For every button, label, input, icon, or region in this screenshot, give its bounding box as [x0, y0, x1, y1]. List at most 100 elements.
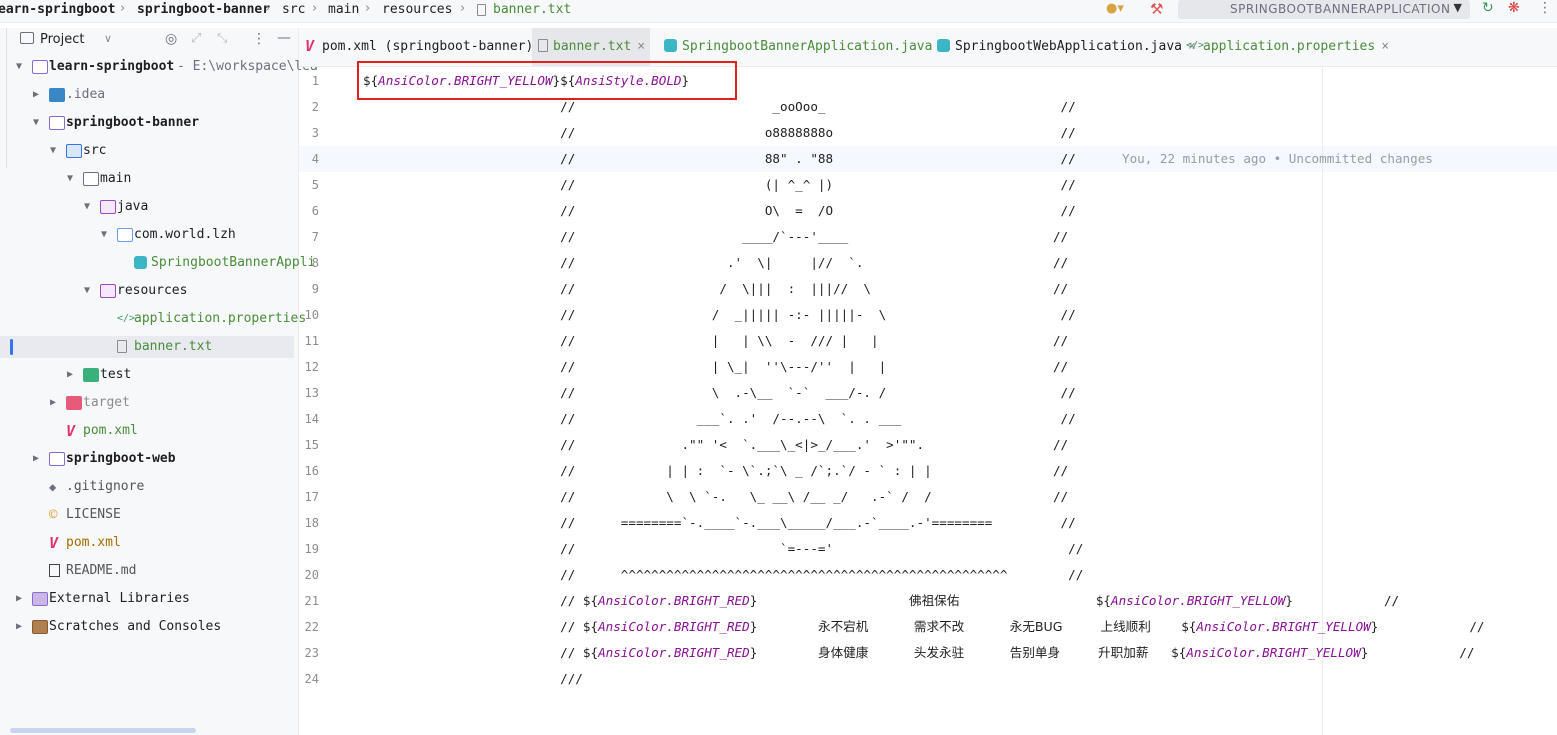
line-number: 9 [311, 282, 319, 296]
tree-item[interactable]: ▶ Scratches and Consoles [0, 615, 296, 639]
breadcrumb-item[interactable]: src [282, 2, 305, 17]
tree-item[interactable]: © LICENSE [0, 503, 296, 527]
code-text: // [1368, 645, 1475, 660]
breadcrumb-item[interactable]: earn-springboot [0, 2, 115, 17]
debug-bug-icon[interactable]: ❋ [1508, 0, 1520, 16]
code-line[interactable]: // | | : `- \`.;`\ _ /`;.`/ - ` : | | // [363, 458, 1068, 484]
tree-item[interactable]: README.md [0, 559, 296, 583]
build-hammer-icon[interactable]: ⚒ [1150, 0, 1163, 18]
tree-item[interactable]: ▶ springboot-web [0, 447, 296, 471]
code-line[interactable]: // ^^^^^^^^^^^^^^^^^^^^^^^^^^^^^^^^^^^^^… [363, 562, 1083, 588]
expand-arrow-icon[interactable]: ▼ [67, 167, 73, 191]
inline-blame-annotation: You, 22 minutes ago • Uncommitted change… [1122, 151, 1433, 166]
breadcrumb-item[interactable]: springboot-banner [137, 2, 270, 17]
code-line[interactable]: // / _||||| -:- |||||- \ // [363, 302, 1076, 328]
line-number: 19 [304, 542, 319, 556]
tree-item[interactable]: </> application.properties [0, 307, 306, 331]
tree-item[interactable]: ▼ com.world.lzh [0, 223, 296, 247]
tree-item[interactable]: ▼ springboot-banner [0, 111, 296, 135]
code-line[interactable]: // ___`. .' /--.--\ `. . ___ // [363, 406, 1076, 432]
code-line[interactable]: // ========`-.____`-.___\_____/___.-`___… [363, 510, 1076, 536]
minimize-icon[interactable]: — [277, 30, 291, 46]
tree-item[interactable]: ▶ target [0, 391, 296, 415]
code-line[interactable]: // .' \| |// `. // [363, 250, 1068, 276]
tree-item-label: application.properties [134, 311, 307, 326]
tree-item[interactable]: ▶ .idea [0, 83, 296, 107]
code-text: // [363, 619, 583, 634]
collapse-arrow-icon[interactable]: ▶ [16, 615, 22, 639]
code-line[interactable]: // `=---=' // [363, 536, 1083, 562]
line-number: 22 [304, 620, 319, 634]
code-line[interactable]: // O\ = /O // [363, 198, 1076, 224]
tree-item[interactable]: ▼ src [0, 139, 296, 163]
collapse-arrow-icon[interactable]: ▶ [33, 83, 39, 107]
tab-application-properties[interactable]: </>application.properties × [1180, 28, 1389, 66]
code-line[interactable]: // / \||| : |||// \ // [363, 276, 1068, 302]
code-line[interactable]: /// [363, 666, 583, 692]
template-close: } [1285, 593, 1293, 608]
tree-item[interactable]: ▼ java [0, 195, 296, 219]
expand-arrow-icon[interactable]: ▼ [50, 139, 56, 163]
code-line[interactable]: // ____/`---'____ // [363, 224, 1068, 250]
code-line[interactable]: // (| ^_^ |) // [363, 172, 1076, 198]
line-number: 16 [304, 464, 319, 478]
tree-item[interactable]: banner.txt [0, 335, 296, 359]
project-panel-title[interactable]: Project [40, 32, 84, 47]
expand-arrow-icon[interactable]: ▼ [33, 111, 39, 135]
target-locate-icon[interactable]: ◎ [165, 31, 177, 47]
collapse-arrow-icon[interactable]: ▶ [50, 391, 56, 415]
breadcrumb-item[interactable]: main [328, 2, 359, 17]
breadcrumb-item[interactable]: banner.txt [493, 2, 571, 17]
horizontal-scrollbar[interactable] [10, 728, 196, 733]
banner-blessing: 身体健康 [817, 645, 869, 660]
run-configuration-selector[interactable]: SPRINGBOOTBANNERAPPLICATION ▼ [1178, 0, 1470, 19]
tree-item[interactable]: ▶ test [0, 363, 296, 387]
tree-item[interactable]: ▼ learn-springboot - E:\workspace\lea [0, 55, 318, 79]
template-dollar: ${ [582, 645, 599, 660]
collapse-arrow-icon[interactable]: ▶ [16, 587, 22, 611]
collapse-all-icon[interactable]: ⤡ [217, 31, 227, 46]
tree-item-label: pom.xml [83, 423, 138, 438]
code-line[interactable]: // \ .-\__ `-` ___/-. / // [363, 380, 1076, 406]
tree-item[interactable]: Vpom.xml [0, 419, 296, 443]
collapse-arrow-icon[interactable]: ▶ [33, 447, 39, 471]
options-menu-icon[interactable]: ⋮ [252, 31, 266, 47]
code-line[interactable]: // ${AnsiColor.BRIGHT_RED} 佛祖保佑 ${AnsiCo… [363, 588, 1399, 614]
expand-arrow-icon[interactable]: ▼ [16, 55, 22, 79]
close-tab-icon[interactable]: × [1381, 39, 1389, 54]
tab-springbootwebapplication-java[interactable]: SpringbootWebApplication.java × [931, 28, 1196, 66]
chevron-right-icon: › [460, 1, 466, 16]
ansi-variable: AnsiColor.BRIGHT_RED [598, 645, 750, 660]
more-icon[interactable]: ⋮ [1538, 0, 1552, 16]
expand-arrow-icon[interactable]: ▼ [84, 195, 90, 219]
expand-arrow-icon[interactable]: ▼ [84, 279, 90, 303]
spring-class-icon [664, 39, 677, 52]
collapse-arrow-icon[interactable]: ▶ [67, 363, 73, 387]
annotation-highlight-box [357, 61, 737, 100]
expand-arrow-icon[interactable]: ▼ [101, 223, 107, 247]
chevron-down-icon[interactable]: ∨ [104, 32, 112, 45]
close-tab-icon[interactable]: × [637, 39, 645, 54]
tree-item[interactable]: ▼ resources [0, 279, 296, 303]
code-line[interactable]: // 88" . "88 // [363, 146, 1076, 172]
users-icon[interactable]: ●▾ [1106, 1, 1124, 16]
expand-all-icon[interactable]: ⤢ [191, 31, 201, 46]
code-line[interactable]: // ${AnsiColor.BRIGHT_RED} 永不宕机 需求不改 永无B… [363, 614, 1484, 640]
tree-item[interactable]: ▶ External Libraries [0, 587, 296, 611]
code-line[interactable]: // \ \ `-. \_ __\ /__ _/ .-` / / // [363, 484, 1068, 510]
tree-item[interactable]: ▼ main [0, 167, 296, 191]
code-line[interactable]: // ."" '< `.___\_<|>_/___.' >'"". // [363, 432, 1068, 458]
code-line[interactable]: // | | \\ - /// | | // [363, 328, 1068, 354]
tree-item[interactable]: Vpom.xml [0, 531, 296, 555]
tree-item[interactable]: SpringbootBannerAppli [0, 251, 315, 275]
breadcrumb-item[interactable]: resources [382, 2, 452, 17]
code-line[interactable]: // | \_| ''\---/'' | | // [363, 354, 1068, 380]
code-line[interactable]: // o8888888o // [363, 120, 1076, 146]
tree-item-label: springboot-banner [66, 115, 200, 130]
tree-item[interactable]: ◆ .gitignore [0, 475, 296, 499]
rerun-icon[interactable]: ↻ [1482, 0, 1494, 16]
code-line[interactable]: // ${AnsiColor.BRIGHT_RED} 身体健康 头发永驻 告别单… [363, 640, 1474, 666]
